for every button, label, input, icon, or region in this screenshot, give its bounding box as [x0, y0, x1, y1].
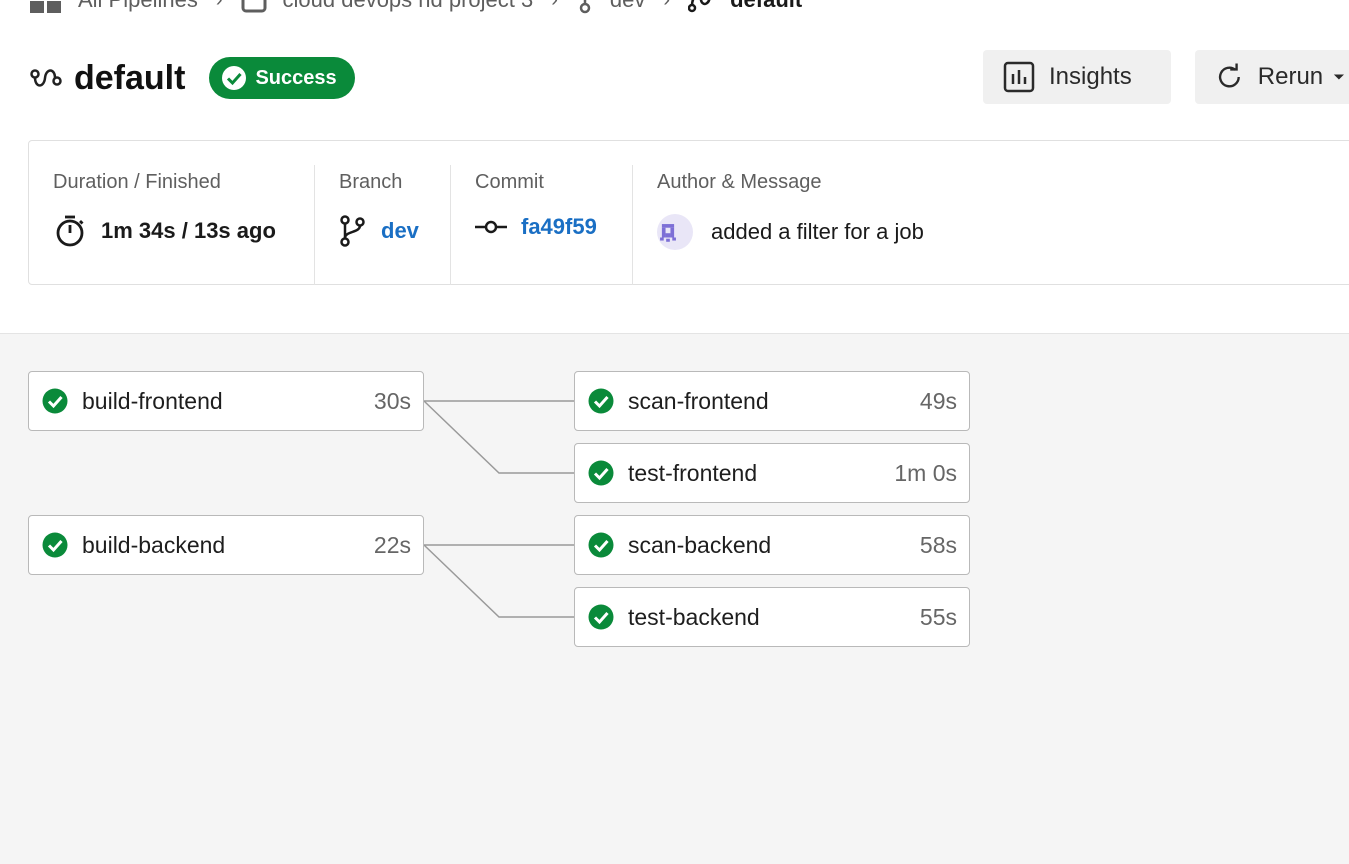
job-duration: 49s [919, 387, 957, 414]
pipeline-icon [688, 0, 711, 13]
job-name: test-frontend [628, 459, 758, 486]
chevron-right-icon: › [216, 0, 223, 12]
chevron-right-icon: › [551, 0, 558, 12]
caret-down-icon[interactable] [1333, 72, 1345, 82]
pipeline-graph: build-frontend 30s scan-frontend 49s tes… [0, 333, 1349, 864]
page-title: default [74, 58, 186, 97]
git-branch-icon [340, 215, 365, 247]
commit-icon [475, 220, 507, 234]
check-circle-icon [222, 66, 247, 90]
breadcrumb-label: cloud devops nd project 3 [283, 0, 534, 13]
avatar[interactable] [657, 214, 693, 250]
breadcrumb-project[interactable]: cloud devops nd project 3 [241, 0, 534, 13]
commit-label: Commit [475, 171, 544, 193]
insights-label: Insights [1049, 63, 1132, 90]
job-build-backend[interactable]: build-backend 22s [28, 515, 424, 575]
branch-section: Branch dev [315, 165, 451, 285]
job-name: build-frontend [82, 387, 223, 414]
branch-link[interactable]: dev [381, 218, 419, 244]
commit-section: Commit fa49f59 [451, 165, 633, 285]
branch-label: Branch [339, 171, 403, 193]
breadcrumb-branch[interactable]: dev [576, 0, 645, 14]
bar-chart-icon [1003, 61, 1035, 93]
check-circle-icon [588, 388, 614, 414]
job-name: scan-backend [628, 531, 772, 558]
stopwatch-icon [56, 215, 84, 247]
breadcrumb-label: dev [610, 0, 645, 13]
job-duration: 55s [919, 603, 957, 630]
author-section: Author & Message added a filter for a jo… [633, 165, 1233, 285]
job-build-frontend[interactable]: build-frontend 30s [28, 371, 424, 431]
job-scan-frontend[interactable]: scan-frontend 49s [574, 371, 970, 431]
pipeline-info-card: Duration / Finished 1m 34s / 13s ago Bra… [28, 140, 1349, 285]
job-name: scan-frontend [628, 387, 769, 414]
job-test-frontend[interactable]: test-frontend 1m 0s [574, 443, 970, 503]
check-circle-icon [588, 604, 614, 630]
breadcrumb-label: default [730, 0, 802, 13]
rerun-label: Rerun [1257, 63, 1324, 90]
branch-icon [579, 0, 591, 14]
breadcrumb-label: All Pipelines [78, 0, 198, 13]
job-duration: 58s [919, 531, 957, 558]
check-circle-icon [588, 460, 614, 486]
pipeline-icon [30, 69, 62, 87]
dashboard-icon [30, 1, 61, 13]
duration-label: Duration / Finished [53, 171, 221, 193]
duration-value: 1m 34s / 13s ago [101, 218, 276, 243]
status-text: Success [255, 66, 337, 89]
chevron-right-icon: › [663, 0, 670, 12]
insights-button[interactable]: Insights [983, 50, 1171, 104]
check-circle-icon [588, 532, 614, 558]
job-duration: 1m 0s [894, 459, 957, 486]
refresh-icon [1218, 63, 1240, 88]
job-duration: 22s [373, 531, 411, 558]
breadcrumb-current: default [688, 0, 802, 14]
commit-link[interactable]: fa49f59 [521, 214, 597, 240]
author-label: Author & Message [657, 171, 822, 193]
job-test-backend[interactable]: test-backend 55s [574, 587, 970, 647]
rerun-button[interactable]: Rerun [1195, 50, 1349, 104]
check-circle-icon [42, 532, 68, 558]
job-duration: 30s [373, 387, 411, 414]
status-badge: Success [209, 57, 355, 99]
breadcrumb-all-pipelines[interactable]: All Pipelines [30, 0, 198, 14]
commit-message: added a filter for a job [711, 219, 924, 244]
edge-build-frontend-test-frontend [423, 400, 574, 474]
check-circle-icon [42, 388, 68, 414]
breadcrumb: All Pipelines › cloud devops nd project … [30, 0, 802, 14]
job-name: build-backend [82, 531, 226, 558]
identicon-icon [660, 224, 676, 242]
job-scan-backend[interactable]: scan-backend 58s [574, 515, 970, 575]
edge-build-backend-test-backend [423, 544, 574, 618]
duration-section: Duration / Finished 1m 34s / 13s ago [29, 165, 315, 285]
job-name: test-backend [628, 603, 760, 630]
project-icon [241, 0, 267, 13]
